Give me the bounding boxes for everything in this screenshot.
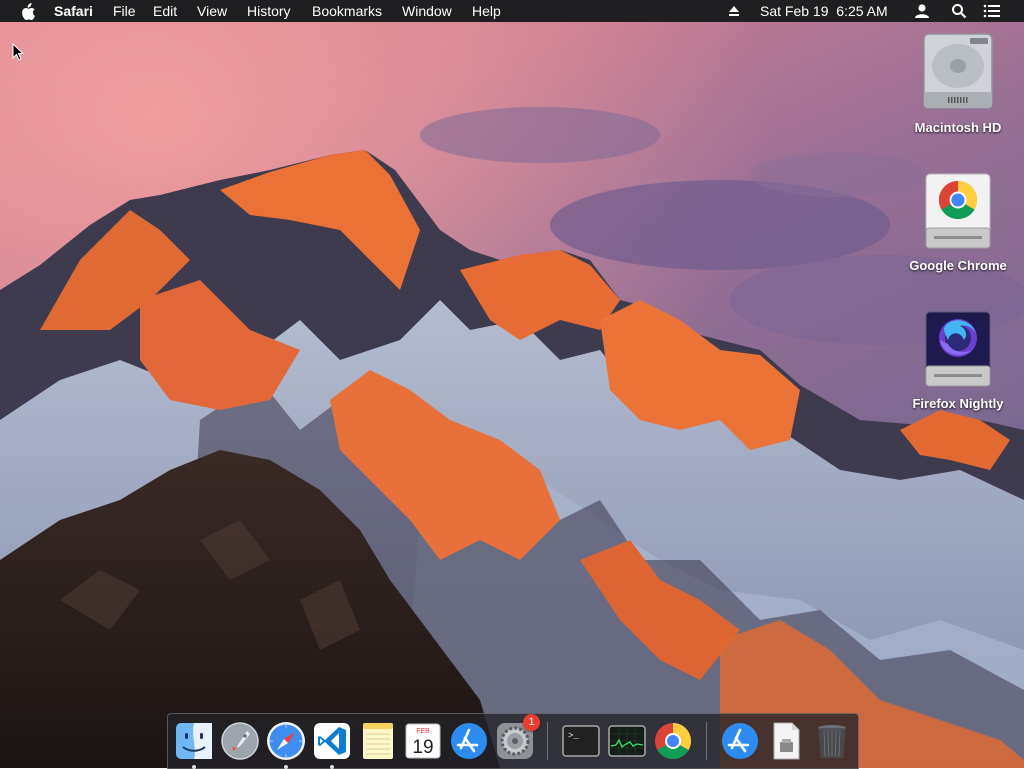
dock-separator (547, 722, 548, 760)
dock-separator (706, 722, 707, 760)
notification-badge: 1 (523, 714, 540, 731)
notification-center-icon[interactable] (983, 0, 1001, 22)
menu-bookmarks[interactable]: Bookmarks (312, 0, 382, 22)
calendar-day: 19 (412, 737, 433, 758)
desktop-icon-macintosh-hd[interactable]: Macintosh HD (898, 30, 1018, 135)
running-indicator (192, 765, 196, 769)
desktop-icon-firefox-nightly[interactable]: Firefox Nightly (898, 306, 1018, 411)
mouse-pointer-icon (12, 43, 25, 61)
menu-view[interactable]: View (197, 0, 227, 22)
desktop-wallpaper (0, 0, 1024, 768)
vscode-icon (314, 723, 350, 759)
app-store-icon (722, 723, 758, 759)
activity-monitor-icon (608, 725, 646, 757)
apple-menu-icon[interactable] (20, 0, 35, 22)
calendar-month: FEB (416, 728, 430, 735)
trash-icon (818, 725, 846, 758)
eject-icon[interactable] (727, 0, 741, 22)
desktop-icon-label: Google Chrome (909, 258, 1007, 273)
safari-icon (267, 722, 305, 760)
dock-finder[interactable] (173, 720, 215, 769)
calendar-icon: FEB 19 (405, 723, 441, 759)
dock-visual-studio-code[interactable] (311, 720, 353, 769)
document-icon (773, 722, 800, 760)
dock-system-preferences[interactable]: 1 (494, 714, 540, 762)
firefox-nightly-volume-icon (920, 306, 996, 390)
menu-edit[interactable]: Edit (153, 0, 177, 22)
terminal-prompt: >_ (568, 731, 579, 741)
menu-history[interactable]: History (247, 0, 291, 22)
dock-launchpad[interactable] (219, 720, 261, 762)
dock-app-store-downloads[interactable] (719, 720, 761, 762)
dock: FEB 19 1 >_ (167, 713, 859, 769)
dock-terminal[interactable]: >_ (560, 720, 602, 762)
running-indicator (284, 765, 288, 769)
chrome-volume-icon (920, 168, 996, 252)
notes-icon (363, 723, 393, 759)
desktop-icon-label: Firefox Nightly (912, 396, 1004, 411)
spotlight-search-icon[interactable] (951, 0, 967, 22)
dock-documents[interactable] (765, 720, 807, 762)
desktop-icon-google-chrome[interactable]: Google Chrome (898, 168, 1018, 273)
chrome-icon (655, 723, 692, 760)
menu-bar: Safari File Edit View History Bookmarks … (0, 0, 1024, 22)
hard-drive-icon (920, 30, 996, 114)
user-icon[interactable] (914, 0, 930, 22)
launchpad-icon (221, 722, 259, 760)
dock-notes[interactable] (357, 720, 399, 762)
dock-calendar[interactable]: FEB 19 (402, 720, 444, 762)
finder-icon (176, 723, 212, 759)
dock-activity-monitor[interactable] (606, 720, 648, 762)
desktop-icon-label: Macintosh HD (914, 120, 1002, 135)
menu-window[interactable]: Window (402, 0, 452, 22)
dock-safari[interactable] (265, 720, 307, 769)
menu-file[interactable]: File (113, 0, 136, 22)
terminal-icon: >_ (562, 725, 600, 757)
app-store-icon (451, 723, 487, 759)
dock-trash[interactable] (811, 720, 853, 762)
dock-app-store[interactable] (448, 720, 490, 762)
menu-help[interactable]: Help (472, 0, 501, 22)
dock-google-chrome[interactable] (652, 720, 694, 762)
app-menu-safari[interactable]: Safari (54, 0, 93, 22)
clock[interactable]: Sat Feb 19 6:25 AM (760, 0, 888, 22)
running-indicator (330, 765, 334, 769)
